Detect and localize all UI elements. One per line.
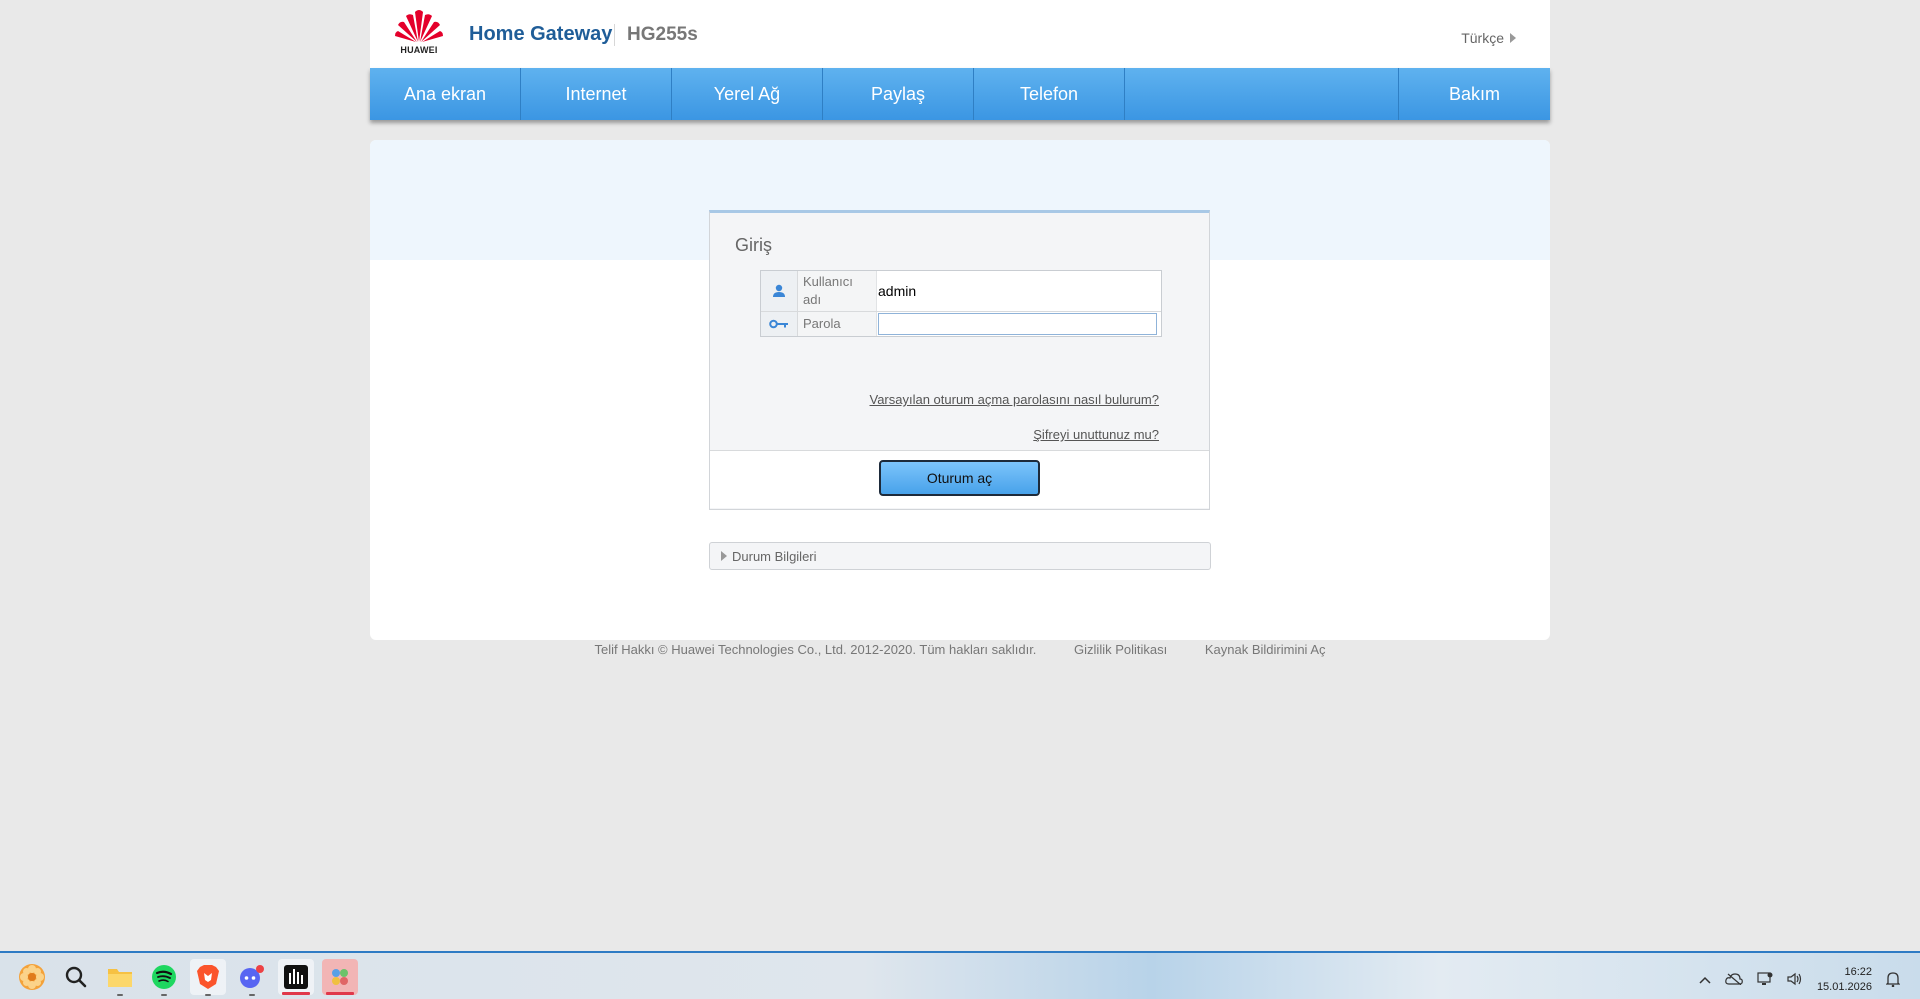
- system-tray: 16:22 15.01.2026: [1699, 965, 1901, 995]
- login-title: Giriş: [735, 235, 772, 255]
- login-form: Kullanıcı adı Parola: [760, 270, 1162, 337]
- cloud-offline-icon[interactable]: [1725, 972, 1743, 988]
- nav-item-maintenance[interactable]: Bakım: [1399, 68, 1550, 120]
- user-icon: [761, 271, 798, 311]
- status-info-label: Durum Bilgileri: [732, 548, 817, 564]
- forgot-password-link[interactable]: Şifreyi unuttunuz mu?: [1033, 427, 1159, 442]
- default-password-link[interactable]: Varsayılan oturum açma parolasını nasıl …: [869, 392, 1159, 407]
- search-icon: [65, 966, 87, 988]
- login-button[interactable]: Oturum aç: [879, 460, 1040, 496]
- search-button[interactable]: [58, 959, 94, 995]
- triangle-right-icon: [1510, 33, 1516, 43]
- password-label: Parola: [798, 312, 877, 336]
- triangle-right-icon: [721, 551, 727, 561]
- start-button[interactable]: [14, 959, 50, 995]
- taskbar: 16:22 15.01.2026: [0, 951, 1920, 999]
- language-label: Türkçe: [1461, 30, 1504, 46]
- nav-spacer: [1125, 68, 1399, 120]
- nav-item-phone[interactable]: Telefon: [974, 68, 1125, 120]
- source-notice-link[interactable]: Kaynak Bildirimini Aç: [1205, 642, 1326, 657]
- brave-browser-button[interactable]: [190, 959, 226, 996]
- nav-item-share[interactable]: Paylaş: [823, 68, 974, 120]
- nav-item-home[interactable]: Ana ekran: [370, 68, 521, 120]
- privacy-link[interactable]: Gizlilik Politikası: [1074, 642, 1167, 657]
- discord-button[interactable]: [234, 959, 270, 996]
- spotify-icon: [152, 965, 176, 989]
- language-selector[interactable]: Türkçe: [1461, 30, 1516, 46]
- main-content: Giriş Kullanıcı adı Parola: [370, 140, 1550, 640]
- discord-icon: [240, 965, 264, 988]
- copyright-text: Telif Hakkı © Huawei Technologies Co., L…: [594, 642, 1037, 657]
- brand-title: Home Gateway: [469, 23, 613, 45]
- volume-icon[interactable]: [1787, 972, 1803, 989]
- password-input[interactable]: [878, 313, 1157, 335]
- logo-text: HUAWEI: [400, 45, 438, 55]
- nav-item-internet[interactable]: Internet: [521, 68, 672, 120]
- username-input[interactable]: [878, 281, 1157, 301]
- login-panel: Giriş Kullanıcı adı Parola: [709, 210, 1210, 510]
- username-row: Kullanıcı adı: [761, 271, 1161, 312]
- nav-item-local-network[interactable]: Yerel Ağ: [672, 68, 823, 120]
- clock[interactable]: 16:22 15.01.2026: [1817, 965, 1872, 995]
- spotify-button[interactable]: [146, 959, 182, 996]
- login-footer: Oturum aç: [710, 450, 1209, 508]
- header: HUAWEI Home Gateway HG255s Türkçe: [370, 0, 1550, 68]
- file-explorer-button[interactable]: [102, 959, 138, 996]
- huawei-logo: HUAWEI: [394, 8, 444, 56]
- clock-date: 15.01.2026: [1816, 981, 1872, 993]
- page-footer: Telif Hakkı © Huawei Technologies Co., L…: [370, 642, 1550, 657]
- key-icon: [761, 312, 798, 336]
- password-row: Parola: [761, 312, 1161, 336]
- status-info-toggle[interactable]: Durum Bilgileri: [709, 542, 1211, 570]
- network-app-icon: [332, 969, 348, 985]
- network-app-button[interactable]: [322, 959, 358, 995]
- model-name: HG255s: [627, 24, 698, 45]
- network-icon[interactable]: [1757, 971, 1773, 989]
- chevron-up-icon[interactable]: [1699, 973, 1711, 987]
- notification-bell-icon[interactable]: [1885, 971, 1901, 990]
- clock-time: 16:22: [1844, 966, 1872, 978]
- folder-icon: [108, 969, 132, 987]
- username-label: Kullanıcı adı: [798, 271, 877, 311]
- audio-app-button[interactable]: [278, 959, 314, 995]
- start-icon: [19, 964, 45, 990]
- equalizer-icon: [284, 965, 308, 989]
- main-nav: Ana ekran Internet Yerel Ağ Paylaş Telef…: [370, 68, 1550, 120]
- header-separator: [614, 24, 615, 46]
- router-page: HUAWEI Home Gateway HG255s Türkçe Ana ek…: [370, 0, 1550, 657]
- brave-icon: [197, 965, 219, 989]
